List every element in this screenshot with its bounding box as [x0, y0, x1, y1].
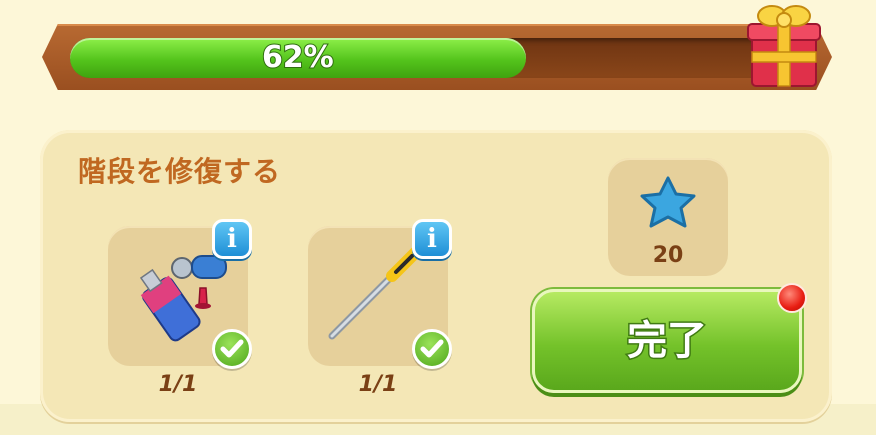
complete-button-label: 完了	[626, 317, 709, 366]
blue-star-icon	[640, 176, 696, 228]
info-button-screwdriver[interactable]: i	[412, 219, 452, 259]
progress-percent-label: 62%	[261, 39, 335, 76]
notification-dot-icon	[777, 283, 807, 313]
task-title: 階段を修復する	[78, 155, 282, 188]
item-count-screwdriver: 1/1	[358, 372, 398, 397]
info-button-glue[interactable]: i	[212, 219, 252, 259]
progress-bar: 62%	[70, 38, 805, 78]
check-mark-icon	[212, 329, 252, 369]
check-mark-icon	[412, 329, 452, 369]
gift-box-icon[interactable]	[744, 0, 824, 92]
item-count-glue: 1/1	[158, 372, 198, 397]
reward-value: 20	[652, 243, 684, 268]
complete-button[interactable]: 完了	[532, 289, 802, 393]
